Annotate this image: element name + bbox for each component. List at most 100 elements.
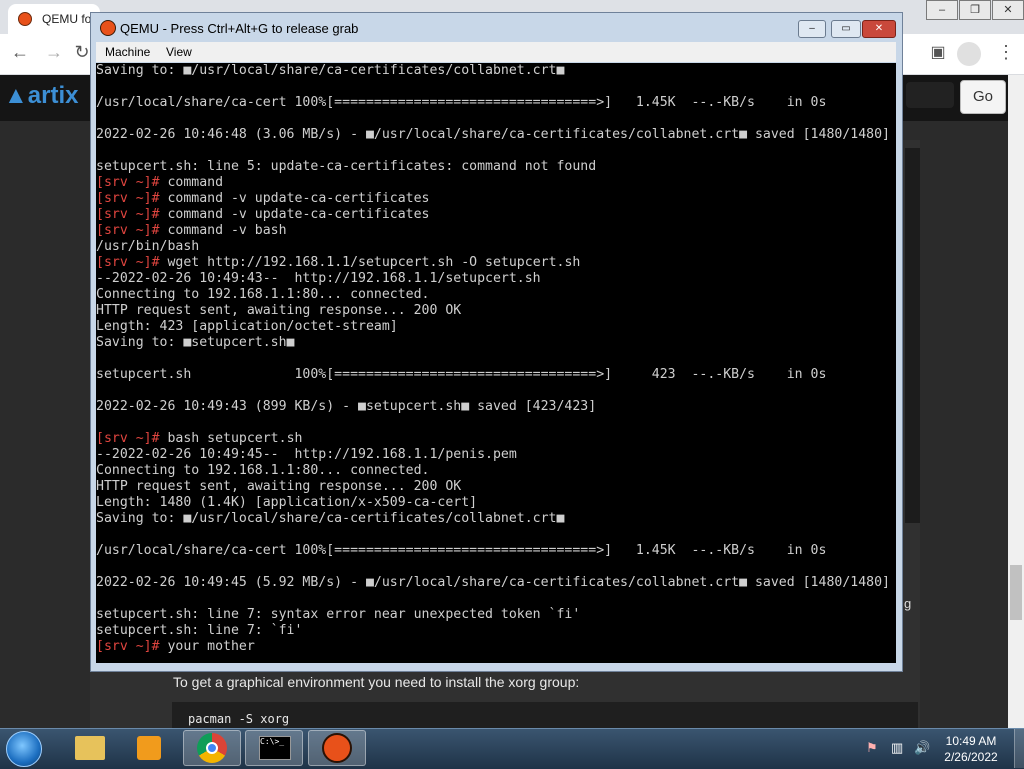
terminal-line: setupcert.sh: line 7: `fi' — [96, 623, 890, 639]
terminal-line: Length: 1480 (1.4K) [application/x-x509-… — [96, 495, 890, 511]
terminal-line: Connecting to 192.168.1.1:80... connecte… — [96, 463, 890, 479]
content-scrollbar[interactable] — [905, 148, 920, 523]
artix-logo[interactable]: ▲artix — [4, 82, 78, 110]
terminal-line: setupcert.sh: line 5: update-ca-certific… — [96, 159, 890, 175]
start-button[interactable] — [6, 731, 42, 767]
terminal-line: Saving to: ■/usr/local/share/ca-certific… — [96, 511, 890, 527]
logo-text: artix — [27, 82, 79, 109]
command-prompt-icon: C:\>_ — [259, 736, 291, 760]
taskbar-clock[interactable]: 10:49 AM 2/26/2022 — [936, 733, 1006, 765]
terminal-line: [srv ~]# command — [96, 175, 890, 191]
terminal-line: 2022-02-26 10:49:43 (899 KB/s) - ■setupc… — [96, 399, 890, 415]
qemu-maximize-button[interactable]: ▭ — [831, 20, 861, 38]
terminal-line-text: 2022-02-26 10:49:43 (899 KB/s) - ■setupc… — [96, 399, 597, 414]
browser-close-button[interactable]: ✕ — [992, 0, 1024, 20]
terminal-line: /usr/local/share/ca-cert 100%[==========… — [96, 543, 890, 559]
browser-minimize-button[interactable]: – — [926, 0, 958, 20]
shell-prompt: [srv ~]# — [96, 639, 160, 654]
qemu-taskbar-icon — [322, 733, 352, 763]
qemu-favicon-icon — [18, 12, 32, 26]
browser-window-controls: – ❐ ✕ — [925, 0, 1024, 20]
terminal-line-text: --2022-02-26 10:49:45-- http://192.168.1… — [96, 447, 517, 462]
site-search-input[interactable] — [906, 82, 954, 108]
terminal-line-text: /usr/local/share/ca-cert 100%[==========… — [96, 543, 827, 558]
clock-time: 10:49 AM — [945, 734, 997, 748]
terminal-line: [srv ~]# wget http://192.168.1.1/setupce… — [96, 255, 890, 271]
search-go-button[interactable]: Go — [960, 80, 1006, 114]
menu-view[interactable]: View — [166, 45, 192, 59]
action-center-flag-icon[interactable]: ⚑ — [866, 740, 878, 756]
browser-menu-icon[interactable]: ⋮ — [994, 42, 1018, 63]
qemu-menu-bar — [96, 42, 896, 62]
terminal-line-text: bash setupcert.sh — [159, 431, 303, 446]
qemu-minimize-button[interactable]: – — [798, 20, 826, 38]
terminal-line: [srv ~]# command -v update-ca-certificat… — [96, 207, 890, 223]
terminal-line-text: Connecting to 192.168.1.1:80... connecte… — [96, 287, 430, 302]
explorer-folder-icon[interactable] — [75, 736, 105, 760]
code-block-text: pacman -S xorg — [188, 712, 290, 726]
terminal-line: [srv ~]# command -v update-ca-certificat… — [96, 191, 890, 207]
terminal-line: [srv ~]# bash setupcert.sh — [96, 431, 890, 447]
media-player-icon[interactable] — [137, 736, 161, 760]
terminal-line: [srv ~]# command -v bash — [96, 223, 890, 239]
terminal-line: Connecting to 192.168.1.1:80... connecte… — [96, 287, 890, 303]
terminal-line: HTTP request sent, awaiting response... … — [96, 303, 890, 319]
terminal-line-text: command — [159, 175, 224, 190]
terminal-line: [srv ~]# your mother — [96, 639, 890, 655]
terminal-line: /usr/local/share/ca-cert 100%[==========… — [96, 95, 890, 111]
terminal-line-text: HTTP request sent, awaiting response... … — [96, 479, 462, 494]
qemu-guest-screen[interactable]: Saving to: ■/usr/local/share/ca-certific… — [96, 63, 896, 663]
terminal-line-text: --2022-02-26 10:49:43-- http://192.168.1… — [96, 271, 541, 286]
qemu-close-button[interactable]: ✕ — [862, 20, 896, 38]
terminal-output: Saving to: ■/usr/local/share/ca-certific… — [96, 63, 890, 655]
terminal-line-text: setupcert.sh: line 5: update-ca-certific… — [96, 159, 597, 174]
page-scrollbar-thumb[interactable] — [1010, 565, 1022, 620]
browser-restore-button[interactable]: ❐ — [959, 0, 991, 20]
back-arrow-icon[interactable]: ← — [8, 42, 32, 63]
show-desktop-button[interactable] — [1014, 729, 1024, 768]
terminal-line-text: 2022-02-26 10:46:48 (3.06 MB/s) - ■/usr/… — [96, 127, 890, 142]
terminal-line: setupcert.sh: line 7: syntax error near … — [96, 607, 890, 623]
profile-avatar-icon[interactable] — [957, 42, 981, 66]
terminal-line-text: your mother — [159, 639, 255, 654]
terminal-line: --2022-02-26 10:49:45-- http://192.168.1… — [96, 447, 890, 463]
terminal-line-text: Saving to: ■/usr/local/share/ca-certific… — [96, 63, 565, 78]
terminal-line: 2022-02-26 10:49:45 (5.92 MB/s) - ■/usr/… — [96, 575, 890, 591]
page-scrollbar[interactable] — [1008, 75, 1024, 728]
volume-icon[interactable]: 🔊 — [914, 740, 930, 756]
terminal-line-text: 2022-02-26 10:49:45 (5.92 MB/s) - ■/usr/… — [96, 575, 890, 590]
shell-prompt: [srv ~]# — [96, 207, 160, 222]
terminal-line-text: command -v update-ca-certificates — [159, 191, 430, 206]
terminal-line-text: wget http://192.168.1.1/setupcert.sh -O … — [159, 255, 581, 270]
terminal-line-text: setupcert.sh 100%[======================… — [96, 367, 827, 382]
shell-prompt: [srv ~]# — [96, 175, 160, 190]
clipped-text-fragment: g — [904, 596, 912, 611]
terminal-line: 2022-02-26 10:46:48 (3.06 MB/s) - ■/usr/… — [96, 127, 890, 143]
terminal-line: setupcert.sh 100%[======================… — [96, 367, 890, 383]
forward-arrow-icon[interactable]: → — [42, 42, 66, 63]
terminal-line-text: Length: 1480 (1.4K) [application/x-x509-… — [96, 495, 478, 510]
terminal-line-text: Saving to: ■setupcert.sh■ — [96, 335, 295, 350]
shell-prompt: [srv ~]# — [96, 431, 160, 446]
clock-date: 2/26/2022 — [944, 750, 998, 764]
shell-prompt: [srv ~]# — [96, 255, 160, 270]
menu-machine[interactable]: Machine — [105, 45, 150, 59]
wiki-paragraph: To get a graphical environment you need … — [173, 674, 580, 690]
browser-tab[interactable]: QEMU fo — [8, 4, 100, 34]
terminal-line: Saving to: ■setupcert.sh■ — [96, 335, 890, 351]
terminal-line: HTTP request sent, awaiting response... … — [96, 479, 890, 495]
terminal-line: Saving to: ■/usr/local/share/ca-certific… — [96, 63, 890, 79]
terminal-line-text: setupcert.sh: line 7: `fi' — [96, 623, 303, 638]
terminal-line-text: Connecting to 192.168.1.1:80... connecte… — [96, 463, 430, 478]
terminal-line-text: Saving to: ■/usr/local/share/ca-certific… — [96, 511, 565, 526]
shell-prompt: [srv ~]# — [96, 191, 160, 206]
network-icon[interactable]: ▥ — [891, 740, 903, 756]
sidebar-toggle-icon[interactable]: ▣ — [926, 42, 950, 62]
qemu-window-title: QEMU - Press Ctrl+Alt+G to release grab — [120, 21, 359, 36]
